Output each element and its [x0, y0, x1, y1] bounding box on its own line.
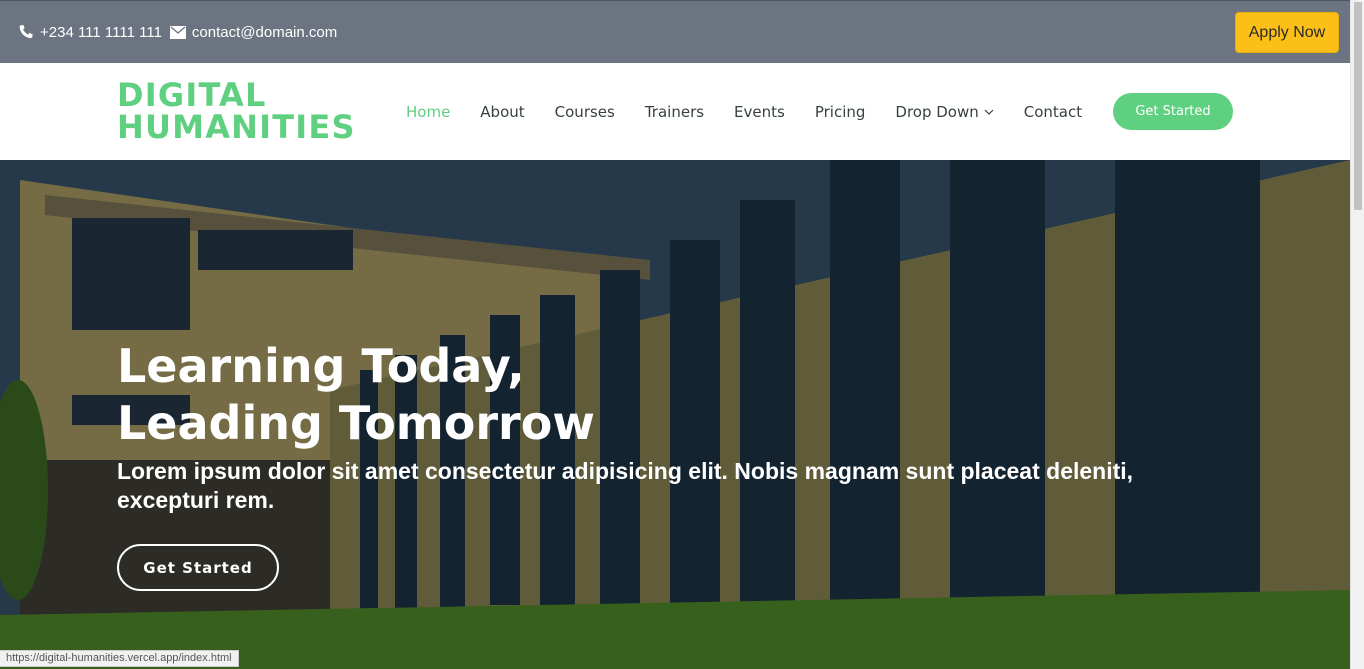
- site-logo[interactable]: DIGITAL HUMANITIES: [117, 79, 356, 143]
- hero-title: Learning Today, Leading Tomorrow: [117, 338, 595, 452]
- header-get-started-button[interactable]: Get Started: [1113, 93, 1233, 130]
- phone-number: +234 111 1111 111: [40, 23, 162, 41]
- envelope-icon: [169, 25, 186, 39]
- chevron-down-icon: [984, 109, 994, 115]
- nav-drop-down[interactable]: Drop Down: [895, 102, 994, 121]
- phone-icon: [19, 25, 33, 39]
- hero-title-line-1: Learning Today,: [117, 339, 525, 393]
- nav-drop-down-label: Drop Down: [895, 102, 979, 121]
- phone-contact: +234 111 1111 111: [18, 24, 162, 41]
- hero-title-line-2: Leading Tomorrow: [117, 396, 595, 450]
- site-header: DIGITAL HUMANITIES Home About Courses Tr…: [0, 63, 1350, 160]
- nav-about[interactable]: About: [480, 103, 524, 121]
- apply-now-button[interactable]: Apply Now: [1235, 12, 1339, 53]
- page-scrollbar[interactable]: [1350, 0, 1364, 669]
- hero-section: Learning Today, Leading Tomorrow Lorem i…: [0, 160, 1350, 669]
- nav-home[interactable]: Home: [406, 103, 450, 121]
- nav-pricing[interactable]: Pricing: [815, 103, 866, 121]
- nav-contact[interactable]: Contact: [1024, 103, 1082, 121]
- hero-subtitle: Lorem ipsum dolor sit amet consectetur a…: [117, 458, 1134, 513]
- top-info-bar: +234 111 1111 111 contact@domain.com App…: [0, 0, 1350, 63]
- logo-line-1: DIGITAL: [117, 76, 267, 114]
- email-contact: contact@domain.com: [169, 24, 337, 41]
- nav-events[interactable]: Events: [734, 103, 785, 121]
- scrollbar-thumb[interactable]: [1354, 2, 1362, 210]
- status-bar-url: https://digital-humanities.vercel.app/in…: [0, 650, 239, 667]
- email-address[interactable]: contact@domain.com: [192, 24, 337, 41]
- hero-get-started-button[interactable]: Get Started: [117, 544, 279, 591]
- nav-trainers[interactable]: Trainers: [645, 103, 704, 121]
- logo-line-2: HUMANITIES: [117, 108, 356, 146]
- nav-courses[interactable]: Courses: [555, 103, 615, 121]
- main-nav: Home About Courses Trainers Events Prici…: [406, 63, 1112, 160]
